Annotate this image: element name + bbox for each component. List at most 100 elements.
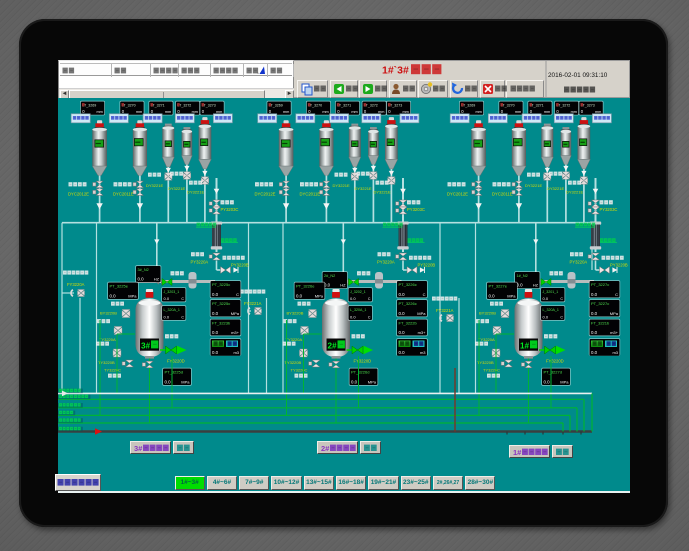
svg-text:PY3220B: PY3220B bbox=[418, 263, 436, 268]
svg-text:0.0: 0.0 bbox=[351, 380, 358, 385]
svg-text:DY3221E: DY3221E bbox=[355, 186, 372, 191]
svg-text:mm: mm bbox=[475, 110, 481, 114]
svg-text:DYC2012E: DYC2012E bbox=[68, 192, 89, 197]
svg-text:2#_N2: 2#_N2 bbox=[324, 274, 335, 278]
svg-text:MPa: MPa bbox=[231, 311, 240, 316]
svg-text:m3: m3 bbox=[233, 350, 239, 355]
svg-text:C: C bbox=[560, 297, 563, 301]
svg-text:PY3220A: PY3220A bbox=[570, 260, 588, 265]
svg-text:0.0: 0.0 bbox=[543, 315, 549, 320]
svg-text:2#: 2# bbox=[321, 444, 330, 453]
svg-text:DYC2012E: DYC2012E bbox=[255, 192, 276, 197]
svg-text:0.0: 0.0 bbox=[489, 294, 496, 299]
svg-text:L_320A_1: L_320A_1 bbox=[350, 308, 366, 312]
svg-text:C: C bbox=[368, 316, 371, 320]
svg-text:MPa: MPa bbox=[128, 294, 137, 299]
svg-text:0.0: 0.0 bbox=[212, 330, 219, 335]
svg-text:0.0: 0.0 bbox=[138, 277, 145, 282]
svg-text:TY3220A: TY3220A bbox=[99, 337, 116, 342]
svg-text:C: C bbox=[181, 316, 184, 320]
svg-text:2#: 2# bbox=[328, 341, 338, 350]
svg-text:TY3220A: TY3220A bbox=[286, 337, 303, 342]
svg-text:FY3221A: FY3221A bbox=[436, 308, 454, 313]
svg-text:C: C bbox=[560, 316, 563, 320]
svg-text:m3+: m3+ bbox=[418, 330, 427, 335]
svg-text:3#_N2: 3#_N2 bbox=[138, 268, 149, 272]
svg-text:J_3203_1: J_3203_1 bbox=[164, 290, 180, 294]
svg-text:J_3201_1: J_3201_1 bbox=[543, 290, 559, 294]
svg-text:PT_3225c: PT_3225c bbox=[212, 282, 230, 287]
svg-text:0.0: 0.0 bbox=[591, 311, 598, 316]
svg-text:PT_3225d: PT_3225d bbox=[165, 370, 183, 375]
svg-text:FT_3221b: FT_3221b bbox=[591, 321, 610, 326]
svg-text:PY3203C: PY3203C bbox=[221, 207, 239, 212]
svg-text:FY3220D: FY3220D bbox=[167, 359, 185, 364]
svg-text:FY3220D: FY3220D bbox=[354, 359, 372, 364]
svg-text:mm: mm bbox=[544, 110, 550, 114]
svg-text:DYC2011E: DYC2011E bbox=[300, 192, 321, 197]
svg-text:0.0: 0.0 bbox=[165, 380, 172, 385]
svg-text:mm: mm bbox=[165, 110, 171, 114]
svg-text:FY3220A: FY3220A bbox=[67, 282, 85, 287]
svg-text:mm: mm bbox=[322, 110, 328, 114]
svg-text:mm: mm bbox=[136, 110, 142, 114]
svg-text:DY3221E: DY3221E bbox=[187, 190, 204, 195]
svg-text:0.0: 0.0 bbox=[350, 315, 356, 320]
svg-text:MPa: MPa bbox=[181, 380, 190, 385]
svg-text:DYC2012E: DYC2012E bbox=[447, 192, 468, 197]
svg-text:HZ: HZ bbox=[533, 283, 539, 288]
svg-text:PY3203C: PY3203C bbox=[600, 207, 618, 212]
svg-text:MPa: MPa bbox=[610, 311, 619, 316]
svg-text:DYC2011E: DYC2011E bbox=[113, 192, 134, 197]
svg-text:J_3202_1: J_3202_1 bbox=[350, 290, 366, 294]
svg-text:3#: 3# bbox=[134, 444, 143, 453]
svg-text:PT_3227d: PT_3227d bbox=[544, 370, 562, 375]
svg-text:m3: m3 bbox=[420, 350, 426, 355]
svg-text:L_320A_1: L_320A_1 bbox=[164, 308, 180, 312]
svg-text:L_320A_1: L_320A_1 bbox=[543, 308, 559, 312]
svg-text:PY3220A: PY3220A bbox=[191, 260, 209, 265]
svg-text:0.0: 0.0 bbox=[212, 292, 219, 297]
svg-text:mm: mm bbox=[283, 110, 289, 114]
svg-text:TY3220B: TY3220B bbox=[285, 360, 302, 365]
svg-text:FY3220D: FY3220D bbox=[546, 359, 564, 364]
svg-text:HZ: HZ bbox=[154, 277, 160, 282]
svg-text:mm: mm bbox=[96, 110, 102, 114]
svg-text:PT_3226c: PT_3226c bbox=[399, 301, 417, 306]
svg-text:BY3220B: BY3220B bbox=[287, 311, 304, 316]
svg-text:TY3220C: TY3220C bbox=[483, 368, 500, 373]
svg-text:MPa: MPa bbox=[507, 294, 516, 299]
svg-text:DY3221E: DY3221E bbox=[333, 183, 350, 188]
svg-text:DY3221E: DY3221E bbox=[168, 186, 185, 191]
svg-text:PT_3225e: PT_3225e bbox=[110, 284, 129, 289]
svg-text:PT_3226e: PT_3226e bbox=[296, 284, 315, 289]
svg-text:0.0: 0.0 bbox=[110, 294, 117, 299]
svg-text:PT_3225c: PT_3225c bbox=[212, 301, 230, 306]
svg-text:PT_3227e: PT_3227e bbox=[489, 284, 508, 289]
svg-text:0.0: 0.0 bbox=[399, 311, 406, 316]
svg-text:TY3220B: TY3220B bbox=[477, 360, 494, 365]
svg-text:m3: m3 bbox=[612, 350, 618, 355]
svg-text:C: C bbox=[368, 297, 371, 301]
svg-text:0.0: 0.0 bbox=[164, 296, 170, 301]
svg-text:1#: 1# bbox=[520, 341, 530, 350]
svg-text:0.0: 0.0 bbox=[544, 380, 551, 385]
svg-text:m3+: m3+ bbox=[610, 330, 619, 335]
svg-text:1#: 1# bbox=[513, 448, 522, 457]
svg-text:0.0: 0.0 bbox=[591, 292, 598, 297]
svg-text:C: C bbox=[236, 292, 239, 297]
svg-text:PY3220B: PY3220B bbox=[231, 263, 249, 268]
svg-text:DY3221E: DY3221E bbox=[146, 183, 163, 188]
svg-text:0.0: 0.0 bbox=[591, 330, 598, 335]
svg-text:TY3220C: TY3220C bbox=[291, 368, 308, 373]
svg-text:0.0: 0.0 bbox=[399, 350, 406, 355]
svg-text:TY3220A: TY3220A bbox=[478, 337, 495, 342]
svg-text:DYC2011E: DYC2011E bbox=[492, 192, 513, 197]
svg-text:m3+: m3+ bbox=[231, 330, 240, 335]
svg-text:C: C bbox=[423, 292, 426, 297]
svg-text:0.0: 0.0 bbox=[212, 311, 219, 316]
svg-text:HZ: HZ bbox=[340, 283, 346, 288]
svg-text:DY3221E: DY3221E bbox=[566, 190, 583, 195]
svg-text:PY3203C: PY3203C bbox=[407, 207, 425, 212]
svg-text:PY3220B: PY3220B bbox=[610, 263, 628, 268]
